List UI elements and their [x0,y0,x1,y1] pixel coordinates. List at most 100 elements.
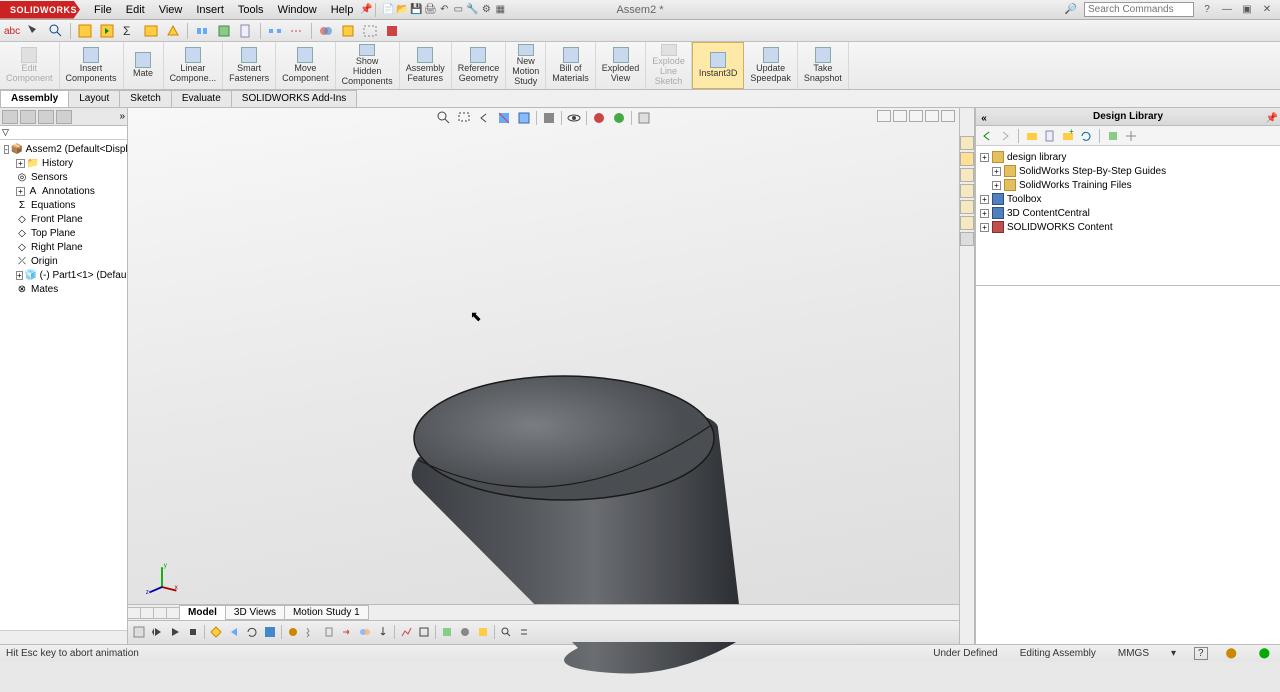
view-tab-model[interactable]: Model [179,605,226,620]
motion-motor-icon[interactable] [286,625,300,639]
menu-tools[interactable]: Tools [232,2,270,18]
tab-nav-last-icon[interactable] [166,607,180,619]
task-tab-appearances-icon[interactable] [960,200,974,214]
vp-link-icon[interactable] [893,110,907,122]
zoom-fit-icon[interactable] [48,23,64,39]
tree-item-history[interactable]: +📁History [0,156,127,170]
cmd-new-motion-study[interactable]: New Motion Study [506,42,546,89]
dlib-refresh-icon[interactable] [1079,129,1093,143]
view-tab-3dviews[interactable]: 3D Views [225,605,285,620]
expand-icon[interactable]: + [992,167,1001,176]
design-library-tree[interactable]: +design library +SolidWorks Step-By-Step… [976,146,1280,286]
fm-tab-config-icon[interactable] [38,110,54,124]
fm-expand-icon[interactable]: » [119,111,125,122]
autohide-icon[interactable]: 📌 [1266,110,1278,128]
exploded-line-icon[interactable] [289,23,305,39]
zoom-area-icon[interactable] [456,110,472,126]
vp-maximize-icon[interactable] [925,110,939,122]
component-config-icon[interactable] [216,23,232,39]
cmd-mate[interactable]: Mate [124,42,164,89]
feature-tree[interactable]: - 📦 Assem2 (Default<Display State +📁Hist… [0,140,127,630]
motion-reverse-icon[interactable] [227,625,241,639]
motion-sim-icon[interactable] [476,625,490,639]
dlib-add-file-icon[interactable] [1043,129,1057,143]
tab-nav-next-icon[interactable] [153,607,167,619]
dlib-fwd-icon[interactable] [998,129,1012,143]
expand-icon[interactable]: - [4,145,9,154]
task-tab-resources-icon[interactable] [960,136,974,150]
triangle-icon[interactable] [165,23,181,39]
interference-icon[interactable] [318,23,334,39]
spellcheck-icon[interactable]: abc [4,23,20,39]
tree-item-top-plane[interactable]: ◇Top Plane [0,226,127,240]
cmd-show-hidden[interactable]: Show Hidden Components [336,42,400,89]
previous-view-icon[interactable] [476,110,492,126]
cmd-exploded-view[interactable]: Exploded View [596,42,647,89]
screen-capture-icon[interactable]: ▦ [493,3,507,17]
mate-ref-icon[interactable] [194,23,210,39]
tab-nav-prev-icon[interactable] [140,607,154,619]
zoom-fit-icon[interactable] [436,110,452,126]
dlib-new-folder-icon[interactable]: + [1061,129,1075,143]
tree-item-annotations[interactable]: +AAnnotations [0,184,127,198]
motion-collapse-icon[interactable] [517,625,531,639]
cmd-take-snapshot[interactable]: Take Snapshot [798,42,849,89]
select-tool-icon[interactable] [26,23,42,39]
menu-insert[interactable]: Insert [190,2,230,18]
search-input[interactable] [1084,2,1194,17]
cmd-reference-geometry[interactable]: Reference Geometry [452,42,507,89]
status-record-icon[interactable]: ⬤ [1255,648,1274,659]
dlib-config-icon[interactable] [1106,129,1120,143]
tab-sketch[interactable]: Sketch [119,90,172,107]
expand-icon[interactable]: + [980,223,989,232]
restore-icon[interactable]: ▣ [1240,3,1254,17]
tab-evaluate[interactable]: Evaluate [171,90,232,107]
motion-plot-icon[interactable] [417,625,431,639]
status-units-arrow-icon[interactable]: ▾ [1167,648,1180,659]
task-tab-forum-icon[interactable] [960,232,974,246]
dlib-back-icon[interactable] [980,129,994,143]
tab-assembly[interactable]: Assembly [0,90,69,107]
display-style-icon[interactable] [541,110,557,126]
close-icon[interactable]: ✕ [1260,3,1274,17]
motion-analysis-icon[interactable] [440,625,454,639]
exploded-icon[interactable] [267,23,283,39]
orientation-triad[interactable]: y x z [144,560,180,596]
motion-contact-icon[interactable] [358,625,372,639]
dlib-add-loc-icon[interactable] [1025,129,1039,143]
cmd-bom[interactable]: Bill of Materials [546,42,596,89]
tree-item-equations[interactable]: ΣEquations [0,198,127,212]
dlib-item-3dcc[interactable]: +3D ContentCentral [980,206,1276,220]
tree-h-scrollbar[interactable] [0,630,127,644]
menu-file[interactable]: File [88,2,118,18]
hide-show-icon[interactable] [566,110,582,126]
envelope-icon[interactable] [362,23,378,39]
cmd-smart-fasteners[interactable]: Smart Fasteners [223,42,276,89]
task-tab-file-explorer-icon[interactable] [960,168,974,182]
expand-icon[interactable]: + [980,209,989,218]
macro-icon[interactable] [77,23,93,39]
motion-damper-icon[interactable] [322,625,336,639]
dlib-item-toolbox[interactable]: +Toolbox [980,192,1276,206]
motion-play-start-icon[interactable] [150,625,164,639]
status-rebuild-icon[interactable]: ⬤ [1222,648,1241,659]
vp-tile-icon[interactable] [877,110,891,122]
menu-window[interactable]: Window [272,2,323,18]
cmd-move-component[interactable]: Move Component [276,42,336,89]
print-icon[interactable]: 🖨 [423,3,437,17]
motion-loop-icon[interactable] [245,625,259,639]
motion-play-icon[interactable] [168,625,182,639]
expand-icon[interactable]: + [980,195,989,204]
new-part-icon[interactable] [238,23,254,39]
equation-icon[interactable]: Σ [121,23,137,39]
motion-calc-icon[interactable] [132,625,146,639]
help-icon[interactable]: ? [1200,3,1214,17]
design-table-icon[interactable] [143,23,159,39]
dlib-item-step-guides[interactable]: +SolidWorks Step-By-Step Guides [980,164,1276,178]
feature-filter-bar[interactable]: ▽ [0,126,127,140]
undo-icon[interactable]: ↶ [437,3,451,17]
save-icon[interactable]: 💾 [409,3,423,17]
motion-stop-icon[interactable] [186,625,200,639]
menu-help[interactable]: Help [325,2,360,18]
tree-item-mates[interactable]: ⊗Mates [0,282,127,296]
